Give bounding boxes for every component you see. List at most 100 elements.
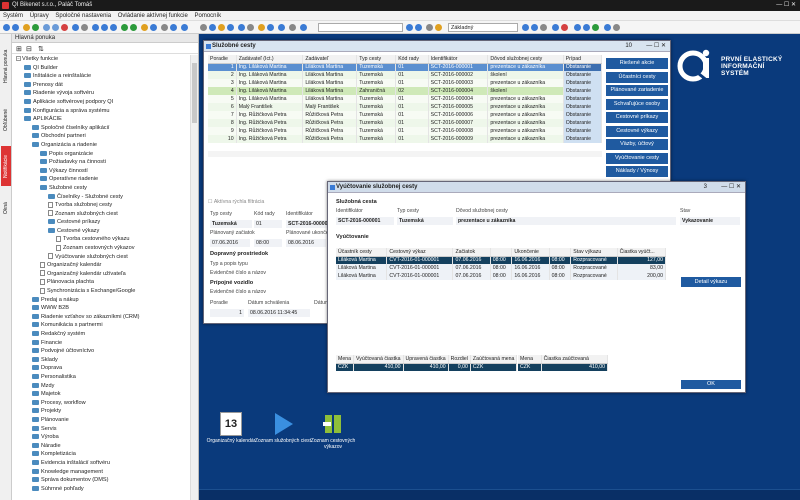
nav-item[interactable]: QI Builder bbox=[12, 64, 190, 73]
settlement-window-controls[interactable]: — ☐ ✕ bbox=[721, 182, 741, 193]
trips-action-button[interactable]: Cestovné výkazy bbox=[606, 125, 668, 137]
nav-item[interactable]: Doprava bbox=[12, 364, 190, 373]
nav-item[interactable]: Číselníky - Služobné cesty bbox=[12, 193, 190, 202]
tab-windows[interactable]: Okná bbox=[1, 194, 11, 222]
search-icon[interactable] bbox=[110, 24, 117, 31]
tab-favorites[interactable]: Obľúbené bbox=[1, 102, 11, 138]
column-header[interactable]: Zaúčtovaná mena bbox=[470, 355, 518, 364]
nav-filter-icon[interactable]: ⇅ bbox=[38, 45, 44, 53]
column-header[interactable]: Čiastka vyúčt... bbox=[617, 248, 667, 257]
toolbar-action-icon-1[interactable] bbox=[406, 24, 413, 31]
table-row[interactable]: Liláková Martina CVT-2016-01-000001 07.06.… bbox=[336, 272, 667, 280]
table-row[interactable]: 2 Ing. Liláková Martina Liláková Martina Tu… bbox=[208, 71, 603, 79]
trips-action-button[interactable]: Náklady / Výnosy bbox=[606, 166, 668, 177]
toolbar-search-input[interactable] bbox=[318, 23, 403, 32]
nav-item[interactable]: Tvorba služobnej cesty bbox=[12, 201, 190, 210]
info-icon[interactable] bbox=[278, 24, 285, 31]
nav-item[interactable]: Plánovacia plachta bbox=[12, 278, 190, 287]
ok-button[interactable]: OK bbox=[681, 380, 741, 389]
nav-item[interactable]: Tvorba cestovného výkazu bbox=[12, 235, 190, 244]
toolbar-action-icon-11[interactable] bbox=[583, 24, 590, 31]
zoom-icon[interactable] bbox=[289, 24, 296, 31]
nav-item[interactable]: Evidencia inštalácií softvéru bbox=[12, 459, 190, 468]
nav-item[interactable]: Výroba bbox=[12, 433, 190, 442]
column-header[interactable]: Cestovný výkaz bbox=[386, 248, 454, 257]
column-header[interactable]: Začiatok bbox=[452, 248, 491, 257]
toolbar-action-icon-6[interactable] bbox=[531, 24, 538, 31]
nav-item[interactable]: Redakčný systém bbox=[12, 330, 190, 339]
forward-icon[interactable] bbox=[12, 24, 19, 31]
menu-shared-settings[interactable]: Spoločné nastavenia bbox=[55, 13, 111, 19]
nav-item[interactable]: Služobné cesty bbox=[12, 184, 190, 193]
nav-item[interactable]: Súhrnné pohľady bbox=[12, 485, 190, 494]
edit-icon[interactable] bbox=[52, 24, 59, 31]
back-icon[interactable] bbox=[3, 24, 10, 31]
desktop-icon-org-calendar[interactable]: 13 Organizačný kalendár bbox=[201, 412, 261, 444]
nav-item[interactable]: Riadenie vývoja softvéru bbox=[12, 89, 190, 98]
print-icon[interactable] bbox=[81, 24, 88, 31]
column-header[interactable]: Prípad bbox=[563, 55, 603, 64]
column-header[interactable]: Typ cesty bbox=[356, 55, 397, 64]
column-header[interactable] bbox=[490, 248, 513, 257]
tab-notifications[interactable]: Notifikácie bbox=[1, 146, 11, 186]
nav-item[interactable]: Kompletizácia bbox=[12, 450, 190, 459]
nav-item[interactable]: − Všetky funkcie bbox=[12, 55, 190, 64]
nav-item[interactable]: Projekty bbox=[12, 407, 190, 416]
column-header[interactable]: Identifikátor bbox=[428, 55, 489, 64]
toolbar-action-icon-10[interactable] bbox=[574, 24, 581, 31]
nav-item[interactable]: Zoznam cestovných výkazov bbox=[12, 244, 190, 253]
column-header[interactable]: Účastník cesty bbox=[336, 248, 388, 257]
menu-help[interactable]: Pomocník bbox=[194, 13, 221, 19]
toolbar-action-icon-7[interactable] bbox=[540, 24, 547, 31]
toolbar-action-icon-5[interactable] bbox=[522, 24, 529, 31]
nav-item[interactable]: Organizačný kalendár užívateľa bbox=[12, 270, 190, 279]
nav-item[interactable]: Organizácia a riadenie bbox=[12, 141, 190, 150]
nav-scrollbar-thumb[interactable] bbox=[192, 63, 197, 123]
nav-item[interactable]: Majetok bbox=[12, 390, 190, 399]
column-header[interactable]: Rozdiel bbox=[448, 355, 471, 364]
toolbar-action-icon-14[interactable] bbox=[613, 24, 620, 31]
trips-action-button[interactable]: Účastníci cesty bbox=[606, 71, 668, 83]
new-icon[interactable] bbox=[43, 24, 50, 31]
note-icon[interactable] bbox=[218, 24, 225, 31]
table-row[interactable]: Liláková Martina CVT-2016-01-000001 07.06.… bbox=[336, 256, 667, 264]
detail-report-button[interactable]: Detail výkazu bbox=[681, 277, 741, 287]
toolbar-action-icon-3[interactable] bbox=[426, 24, 433, 31]
nav-item[interactable]: Servis bbox=[12, 425, 190, 434]
tab-main-menu[interactable]: Hlavná ponuka bbox=[1, 42, 11, 90]
trips-action-button[interactable]: Cestovné príkazy bbox=[606, 112, 668, 123]
nav-item[interactable]: Obchodní partneri bbox=[12, 132, 190, 141]
user-icon[interactable] bbox=[238, 24, 245, 31]
quick-filter-checkbox[interactable]: ☐ Aktívna rýchla filtrácia bbox=[208, 199, 264, 205]
nav-item[interactable]: Riadenie vzťahov so zákazníkmi (CRM) bbox=[12, 313, 190, 322]
nav-scrollbar[interactable] bbox=[190, 55, 198, 500]
view-preset-select[interactable]: Základný bbox=[448, 23, 518, 32]
nav-item[interactable]: Knowledge management bbox=[12, 468, 190, 477]
toolbar-action-icon-13[interactable] bbox=[604, 24, 611, 31]
home-icon[interactable] bbox=[23, 24, 30, 31]
column-header[interactable]: Poradie bbox=[208, 55, 237, 64]
mail-icon[interactable] bbox=[150, 24, 157, 31]
nav-item[interactable]: Vyúčtovanie služobných ciest bbox=[12, 253, 190, 262]
nav-collapse-icon[interactable]: ⊟ bbox=[26, 45, 32, 53]
nav-item[interactable]: Spoločné číselníky aplikácií bbox=[12, 124, 190, 133]
table-row[interactable]: Liláková Martina CVT-2016-01-000001 07.06.… bbox=[336, 264, 667, 272]
delete-icon[interactable] bbox=[61, 24, 68, 31]
nav-item[interactable]: Mzdy bbox=[12, 382, 190, 391]
column-header[interactable]: Mena bbox=[518, 355, 542, 364]
menu-system[interactable]: Systém bbox=[3, 13, 23, 19]
nav-item[interactable]: Cestovné výkazy bbox=[12, 227, 190, 236]
nav-item[interactable]: APLIKÁCIE bbox=[12, 115, 190, 124]
toolbar-action-icon-12[interactable] bbox=[592, 24, 599, 31]
column-header[interactable]: Upravená čiastka bbox=[403, 355, 449, 364]
nav-item[interactable]: Komunikácia s partnermi bbox=[12, 321, 190, 330]
save-icon[interactable] bbox=[72, 24, 79, 31]
column-header[interactable]: Kód rady bbox=[395, 55, 429, 64]
nav-item[interactable]: Podvojné účtovníctvo bbox=[12, 347, 190, 356]
trips-action-button[interactable]: Vyúčtovanie cesty bbox=[606, 152, 668, 164]
calendar-icon[interactable] bbox=[227, 24, 234, 31]
table-row[interactable]: 6 Malý František Malý František Tuzemská 01 S… bbox=[208, 103, 603, 111]
table-row[interactable]: 7 Ing. Růžičková Petra Růžičková Petra Tuze… bbox=[208, 111, 603, 119]
toolbar-action-icon-9[interactable] bbox=[561, 24, 568, 31]
menu-edit[interactable]: Úpravy bbox=[30, 13, 49, 19]
